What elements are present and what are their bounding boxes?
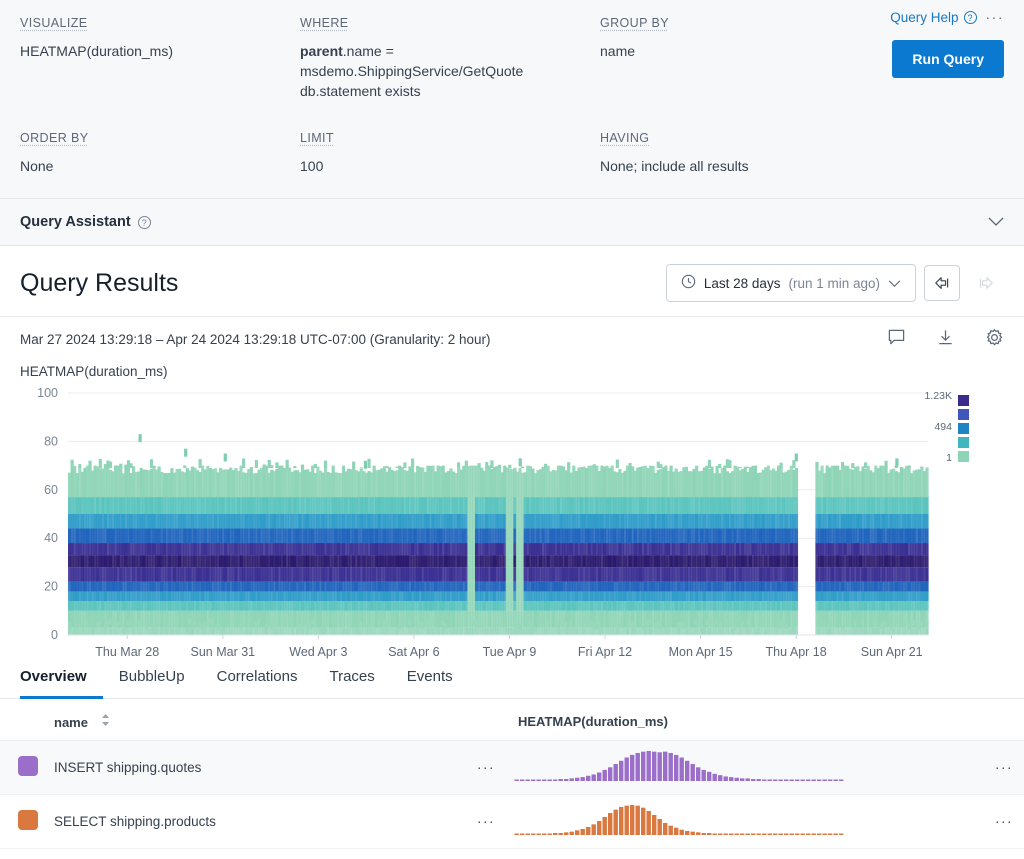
qb-order-by: ORDER BY None [20, 129, 300, 184]
column-row-menu-right [984, 699, 1024, 741]
overflow-menu-icon[interactable]: ··· [986, 9, 1005, 25]
svg-text:Sun Mar 31: Sun Mar 31 [190, 645, 255, 659]
query-help-link[interactable]: Query Help? [890, 10, 976, 25]
results-controls: Last 28 days (run 1 min ago) [666, 264, 1004, 302]
column-swatch [0, 699, 46, 741]
previous-time-range-button[interactable] [924, 265, 960, 301]
svg-text:Wed Apr 3: Wed Apr 3 [289, 645, 347, 659]
run-query-button[interactable]: Run Query [892, 40, 1004, 78]
query-builder-actions: Query Help? ··· Run Query [890, 9, 1004, 78]
table-body: INSERT shipping.quotes······SELECT shipp… [0, 741, 1024, 849]
table-header-row: name HEATMAP(duration_ms) [0, 699, 1024, 741]
row-menu-icon[interactable]: ··· [466, 741, 506, 795]
column-name[interactable]: name [46, 699, 466, 741]
qb-where-line3: db.statement exists [300, 81, 600, 101]
svg-text:0: 0 [51, 628, 58, 642]
qb-where-field: parent [300, 43, 343, 59]
qb-visualize: VISUALIZE HEATMAP(duration_ms) [20, 14, 300, 109]
qb-visualize-label[interactable]: VISUALIZE [20, 16, 88, 30]
svg-text:Tue Apr 9: Tue Apr 9 [483, 645, 537, 659]
qb-limit-value[interactable]: 100 [300, 156, 600, 176]
swatch [18, 756, 38, 776]
query-help-label: Query Help [890, 10, 958, 25]
qb-having-value[interactable]: None; include all results [600, 156, 858, 176]
query-assistant-bar[interactable]: Query Assistant ? [0, 199, 1024, 246]
svg-text:Mon Apr 15: Mon Apr 15 [669, 645, 733, 659]
svg-text:Thu Apr 18: Thu Apr 18 [766, 645, 827, 659]
time-range-description: Mar 27 2024 13:29:18 – Apr 24 2024 13:29… [20, 332, 491, 347]
svg-text:100: 100 [37, 386, 58, 400]
swatch [18, 810, 38, 830]
qb-where-line2: msdemo.ShippingService/GetQuote [300, 61, 600, 81]
row-sparkline [506, 795, 984, 849]
download-icon[interactable] [936, 328, 955, 350]
qb-where-value[interactable]: parent.name = msdemo.ShippingService/Get… [300, 41, 600, 101]
row-color-swatch [0, 795, 46, 849]
qb-visualize-value[interactable]: HEATMAP(duration_ms) [20, 41, 300, 61]
qb-group-by-label[interactable]: GROUP BY [600, 16, 669, 30]
query-builder: VISUALIZE HEATMAP(duration_ms) WHERE par… [0, 0, 1024, 199]
column-name-label: name [54, 715, 88, 730]
svg-text:Sat Apr 6: Sat Apr 6 [388, 645, 439, 659]
time-range-picker[interactable]: Last 28 days (run 1 min ago) [666, 264, 916, 302]
chevron-down-icon [888, 276, 901, 291]
svg-text:1: 1 [946, 452, 952, 464]
svg-text:1.23K: 1.23K [925, 390, 952, 402]
query-assistant-title: Query Assistant [20, 214, 131, 230]
svg-text:Fri Apr 12: Fri Apr 12 [578, 645, 632, 659]
svg-text:Thu Mar 28: Thu Mar 28 [95, 645, 159, 659]
qb-having-label[interactable]: HAVING [600, 131, 649, 145]
help-circle-icon: ? [964, 11, 977, 24]
sort-toggle-icon[interactable] [101, 713, 110, 729]
chevron-down-icon[interactable] [988, 214, 1004, 231]
svg-text:60: 60 [44, 483, 58, 497]
qb-limit-label[interactable]: LIMIT [300, 131, 334, 145]
qb-limit: LIMIT 100 [300, 129, 600, 184]
column-heatmap: HEATMAP(duration_ms) [506, 699, 984, 741]
table-row[interactable]: SELECT shipping.products······ [0, 795, 1024, 849]
qb-group-by: GROUP BY name [600, 14, 858, 109]
heatmap-chart: HEATMAP(duration_ms) 020406080100Thu Mar… [0, 364, 1024, 640]
row-menu-icon-right[interactable]: ··· [984, 795, 1024, 849]
qb-having: HAVING None; include all results [600, 129, 858, 184]
svg-text:80: 80 [44, 434, 58, 448]
time-range-value: Last 28 days [704, 276, 781, 291]
granularity-row: Mar 27 2024 13:29:18 – Apr 24 2024 13:29… [0, 317, 1024, 358]
row-menu-icon[interactable]: ··· [466, 795, 506, 849]
table-row[interactable]: INSERT shipping.quotes······ [0, 741, 1024, 795]
svg-text:40: 40 [44, 531, 58, 545]
row-name[interactable]: INSERT shipping.quotes [46, 741, 466, 795]
row-color-swatch [0, 741, 46, 795]
svg-text:Sun Apr 21: Sun Apr 21 [861, 645, 923, 659]
next-time-range-button [968, 265, 1004, 301]
qb-where-label[interactable]: WHERE [300, 16, 349, 30]
svg-text:494: 494 [934, 421, 952, 433]
results-header: Query Results Last 28 days (run 1 min ag… [0, 246, 1024, 317]
results-table: name HEATMAP(duration_ms) INSERT shippin… [0, 699, 1024, 849]
row-sparkline [506, 741, 984, 795]
comment-icon[interactable] [887, 328, 906, 350]
clock-icon [681, 274, 696, 292]
qb-where-op: .name = [343, 43, 394, 59]
help-circle-icon: ? [138, 216, 151, 229]
chart-actions [887, 328, 1004, 350]
qb-group-by-value[interactable]: name [600, 41, 858, 61]
time-range-run-ago: (run 1 min ago) [788, 276, 880, 291]
heatmap-plot[interactable]: 020406080100Thu Mar 28Sun Mar 31Wed Apr … [20, 385, 1004, 640]
row-menu-icon-right[interactable]: ··· [984, 741, 1024, 795]
row-name[interactable]: SELECT shipping.products [46, 795, 466, 849]
svg-text:20: 20 [44, 580, 58, 594]
qb-order-by-value[interactable]: None [20, 156, 300, 176]
gear-icon[interactable] [985, 328, 1004, 350]
column-row-menu [466, 699, 506, 741]
page-title: Query Results [20, 269, 178, 298]
qb-order-by-label[interactable]: ORDER BY [20, 131, 89, 145]
qb-where: WHERE parent.name = msdemo.ShippingServi… [300, 14, 600, 109]
chart-title: HEATMAP(duration_ms) [20, 364, 1004, 379]
